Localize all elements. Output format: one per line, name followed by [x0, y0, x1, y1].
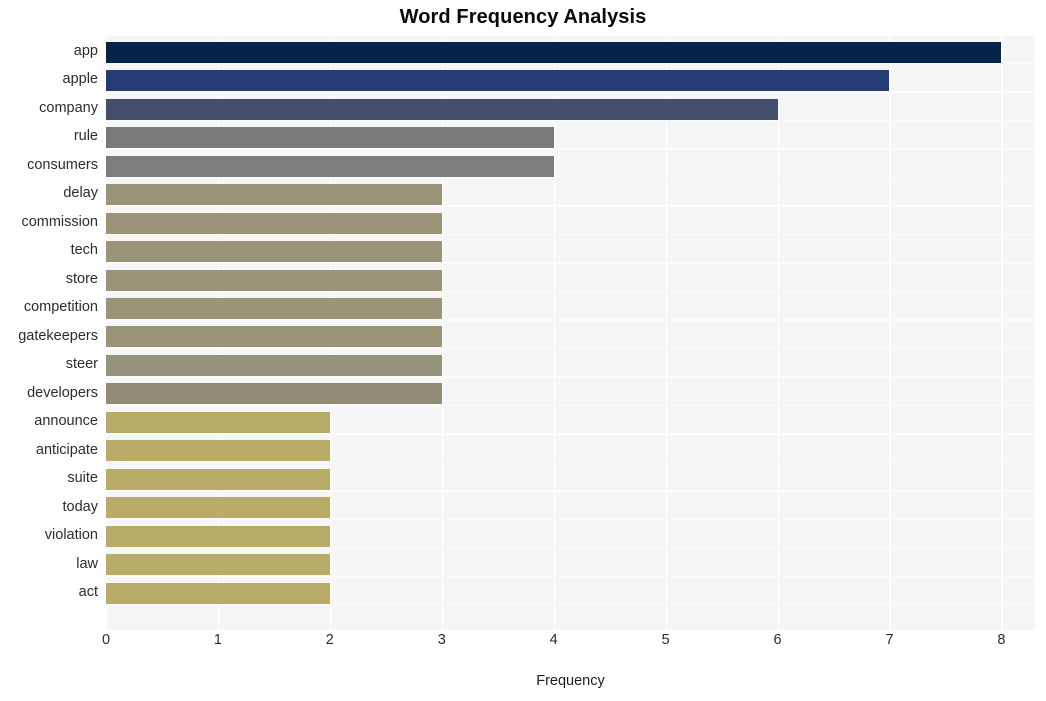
bar-announce[interactable] [106, 411, 330, 433]
x-tick-1: 1 [213, 632, 222, 648]
bar-row [106, 494, 1035, 522]
bar-competition[interactable] [106, 297, 442, 319]
x-tick-2: 2 [325, 632, 334, 648]
x-tick-4: 4 [549, 632, 558, 648]
bar-row [106, 551, 1035, 579]
bar-row [106, 579, 1035, 607]
bar-consumers[interactable] [106, 155, 554, 177]
chart-title: Word Frequency Analysis [399, 6, 647, 28]
y-tick-developers: developers [27, 384, 98, 401]
y-tick-rule: rule [73, 128, 98, 145]
y-tick-announce: announce [34, 413, 98, 430]
y-tick-tech: tech [70, 242, 98, 259]
bar-row [106, 380, 1035, 408]
bar-row [106, 465, 1035, 493]
y-axis-tick-labels: app apple company rule consumers delay commiss… [0, 36, 98, 630]
y-tick-apple: apple [62, 71, 98, 88]
y-tick-store: store [65, 270, 98, 287]
bar-row [106, 294, 1035, 322]
bar-developers[interactable] [106, 383, 442, 405]
bar-law[interactable] [106, 554, 330, 576]
bar-row [106, 66, 1035, 94]
x-axis-title: Frequency [536, 673, 605, 689]
y-tick-gatekeepers: gatekeepers [18, 327, 98, 344]
bar-row [106, 180, 1035, 208]
bar-commission[interactable] [106, 212, 442, 234]
y-tick-suite: suite [67, 470, 98, 487]
bar-row [106, 323, 1035, 351]
y-tick-today: today [62, 498, 98, 515]
y-tick-app: app [73, 43, 98, 59]
bar-row [106, 351, 1035, 379]
bar-today[interactable] [106, 497, 330, 519]
word-frequency-chart: Word Frequency Analysis app apple company r… [0, 0, 1046, 701]
y-tick-consumers: consumers [27, 156, 98, 173]
bar-violation[interactable] [106, 525, 330, 547]
bar-row [106, 123, 1035, 151]
bar-row [106, 152, 1035, 180]
y-tick-steer: steer [65, 356, 98, 373]
bar-row [106, 522, 1035, 550]
bar-apple[interactable] [106, 70, 890, 92]
x-tick-6: 6 [773, 632, 782, 648]
y-tick-company: company [39, 99, 98, 116]
bar-row [106, 408, 1035, 436]
bar-company[interactable] [106, 98, 778, 120]
bar-row [106, 437, 1035, 465]
bar-row [106, 209, 1035, 237]
bar-rule[interactable] [106, 127, 554, 149]
y-tick-competition: competition [23, 299, 98, 316]
y-tick-delay: delay [63, 185, 98, 202]
x-tick-3: 3 [437, 632, 446, 648]
x-tick-8: 8 [997, 632, 1006, 648]
y-tick-violation: violation [44, 527, 98, 544]
bar-store[interactable] [106, 269, 442, 291]
bar-row [106, 266, 1035, 294]
bar-steer[interactable] [106, 354, 442, 376]
y-tick-commission: commission [21, 213, 98, 230]
bar-delay[interactable] [106, 184, 442, 206]
y-tick-anticipate: anticipate [35, 441, 98, 458]
y-tick-law: law [76, 555, 98, 572]
bar-row [106, 95, 1035, 123]
x-tick-5: 5 [661, 632, 670, 648]
bar-tech[interactable] [106, 241, 442, 263]
x-tick-7: 7 [885, 632, 894, 648]
bar-anticipate[interactable] [106, 440, 330, 462]
plot-area [106, 36, 1035, 630]
bar-row [106, 237, 1035, 265]
x-tick-0: 0 [101, 632, 111, 648]
bar-app[interactable] [106, 41, 1002, 63]
y-tick-act: act [78, 584, 98, 601]
x-axis-tick-labels: 0 1 2 3 4 5 6 7 8 [102, 632, 1035, 654]
bar-act[interactable] [106, 582, 330, 604]
bar-suite[interactable] [106, 468, 330, 490]
bar-gatekeepers[interactable] [106, 326, 442, 348]
bar-row [106, 38, 1035, 66]
